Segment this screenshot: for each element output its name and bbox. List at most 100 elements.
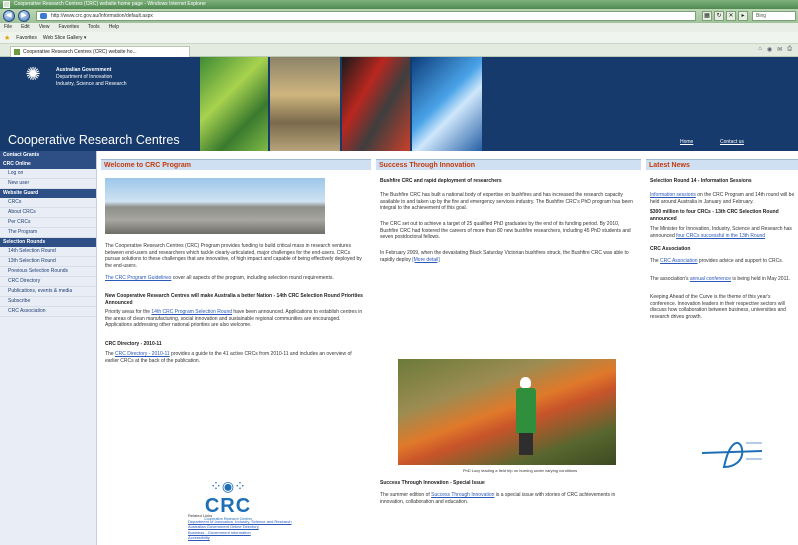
sidebar-item-previous-rounds[interactable]: Previous Selection Rounds	[0, 267, 96, 277]
page-icon	[40, 13, 47, 19]
menu-file[interactable]: File	[4, 23, 12, 32]
crc-association-link[interactable]: CRC Association	[660, 258, 698, 264]
annual-conference-link[interactable]: annual conference	[690, 276, 731, 282]
tab-crc-home[interactable]: Cooperative Research Centres (CRC) websi…	[10, 46, 190, 57]
compat-icon[interactable]: ▦	[702, 11, 712, 21]
news-4-text-start: The association's	[650, 276, 690, 282]
bushfire-p1: The Bushfire CRC has built a national bo…	[380, 192, 633, 211]
search-input[interactable]: Bing	[752, 11, 796, 21]
news-2-paragraph: The Minister for Innovation, Industry, S…	[650, 226, 796, 239]
banner-photo-plants	[200, 57, 268, 151]
helmet-shape	[520, 377, 531, 388]
address-bar[interactable]: http://www.crc.gov.au/Information/defaul…	[36, 11, 696, 21]
sidebar-item-crc-directory[interactable]: CRC Directory	[0, 277, 96, 287]
ie-app-icon	[3, 1, 10, 8]
special-issue-link[interactable]: Success Through Innovation	[431, 492, 494, 498]
bushfire-p2: The CRC set out to achieve a target of 2…	[380, 221, 631, 240]
directory-text-start: The	[105, 351, 116, 357]
sidebar-item-crcs[interactable]: CRCs	[0, 198, 96, 208]
news-3-paragraph: The CRC Association provides advice and …	[650, 258, 796, 271]
address-tools: ▦ ↻ ✕ ▸	[702, 11, 748, 21]
forward-button[interactable]: ▶	[18, 10, 30, 22]
collaboration-logo-icon	[701, 441, 763, 469]
guidelines-paragraph: The CRC Program Guidelines cover all asp…	[105, 275, 365, 282]
footer-links: Related Links Department of Innovation, …	[188, 513, 388, 541]
special-issue-text-start: The summer edition of	[380, 492, 432, 498]
menu-bar: File Edit View Favorites Tools Help	[0, 23, 798, 32]
dept-line-1: Department of Innovation	[56, 74, 113, 80]
sidebar: Contact Grants CRC Online Log on New use…	[0, 151, 97, 545]
more-detail-link[interactable]: [More detail]	[412, 257, 440, 263]
guidelines-text: cover all aspects of the program, includ…	[171, 275, 334, 281]
stop-icon[interactable]: ✕	[726, 11, 736, 21]
sidebar-item-crc-association[interactable]: CRC Association	[0, 307, 96, 317]
menu-favorites[interactable]: Favorites	[58, 23, 79, 32]
special-issue-paragraph: The summer edition of Success Through In…	[380, 492, 635, 505]
back-button[interactable]: ◀	[3, 10, 15, 22]
refresh-icon[interactable]: ↻	[714, 11, 724, 21]
gov-line: Australian Government	[56, 67, 112, 73]
web-slice-gallery-link[interactable]: Web Slice Gallery ▾	[43, 35, 87, 41]
firefighter-figure	[514, 377, 538, 455]
site-banner: ✺ Australian Government Department of In…	[0, 57, 798, 151]
mail-icon[interactable]: ✉	[777, 46, 782, 53]
information-sessions-link[interactable]: Information sessions	[650, 192, 696, 198]
sidebar-item-the-program[interactable]: The Program	[0, 228, 96, 238]
news-3-text-start: The	[650, 258, 661, 264]
sidebar-item-per-crcs[interactable]: Per CRCs	[0, 218, 96, 228]
guidelines-link[interactable]: The CRC Program Guidelines	[105, 275, 171, 281]
favorites-star-icon[interactable]: ★	[4, 34, 10, 42]
priorities-text-start: Priority areas for the	[105, 309, 152, 315]
photo-caption: PhD Lucy leading a field trip on burning…	[462, 468, 578, 473]
home-icon[interactable]: ⌂	[758, 46, 762, 53]
feeds-icon[interactable]: ◉	[767, 46, 772, 53]
four-crcs-link[interactable]: four CRCs successful in the 13th Round	[676, 233, 765, 239]
14th-round-link[interactable]: 14th CRC Program Selection Round	[151, 309, 232, 315]
news-4-paragraph: The association's annual conference is b…	[650, 276, 796, 289]
nav-contact-us[interactable]: Contact us	[720, 139, 744, 145]
sidebar-item-subscribe[interactable]: Subscribe	[0, 297, 96, 307]
sidebar-item-log-on[interactable]: Log on	[0, 169, 96, 179]
directory-link[interactable]: CRC Directory - 2010-11	[115, 351, 170, 357]
legs-shape	[519, 433, 533, 455]
search-provider-icon[interactable]: ▸	[738, 11, 748, 21]
crc-logo-rays-icon: ⁘◉⁘	[210, 478, 246, 494]
news-2-heading: $300 million to four CRCs - 13th CRC Sel…	[650, 209, 779, 222]
tab-favicon	[14, 49, 20, 55]
coat-of-arms-icon: ✺	[25, 64, 41, 84]
bushfire-photo	[398, 359, 616, 465]
menu-edit[interactable]: Edit	[21, 23, 30, 32]
sidebar-item-new-user[interactable]: New user	[0, 179, 96, 189]
salt-lake-image	[105, 178, 325, 234]
news-1-heading: Selection Round 14 - Information Session…	[650, 178, 752, 184]
sidebar-heading-website-guard[interactable]: Website Guard	[0, 189, 96, 198]
web-page: ✺ Australian Government Department of In…	[0, 57, 798, 545]
news-column: Latest News	[646, 159, 798, 170]
tab-bar: Cooperative Research Centres (CRC) websi…	[0, 44, 798, 57]
tab-title: Cooperative Research Centres (CRC) websi…	[23, 49, 137, 55]
sidebar-item-13th-round[interactable]: 13th Selection Round	[0, 257, 96, 267]
dept-line-2: Industry, Science and Research	[56, 81, 127, 87]
favorites-button[interactable]: Favorites	[16, 35, 37, 41]
footer-link-accessibility[interactable]: Accessibility	[188, 535, 388, 541]
news-3-text-end: provides advice and support to CRCs.	[697, 258, 784, 264]
welcome-heading: Welcome to CRC Program	[101, 159, 371, 170]
government-lockup: Australian Government Department of Inno…	[56, 67, 127, 88]
sidebar-heading-crc-online[interactable]: CRC Online	[0, 160, 96, 169]
sidebar-item-publications[interactable]: Publications, events & media	[0, 287, 96, 297]
menu-tools[interactable]: Tools	[88, 23, 100, 32]
sidebar-heading-selection-rounds[interactable]: Selection Rounds	[0, 238, 96, 247]
priorities-heading: New Cooperative Research Centres will ma…	[105, 293, 363, 306]
address-row: ◀ ▶ http://www.crc.gov.au/Information/de…	[0, 9, 798, 23]
window-title: Cooperative Research Centres (CRC) websi…	[14, 1, 207, 7]
menu-help[interactable]: Help	[109, 23, 119, 32]
menu-view[interactable]: View	[39, 23, 50, 32]
nav-home[interactable]: Home	[680, 139, 693, 145]
print-icon[interactable]: ⎙	[787, 46, 792, 53]
sidebar-heading-contact-grants[interactable]: Contact Grants	[0, 151, 96, 160]
banner-photo-mining	[270, 57, 340, 151]
sidebar-item-about-crcs[interactable]: About CRCs	[0, 208, 96, 218]
sidebar-item-14th-round[interactable]: 14th Selection Round	[0, 247, 96, 257]
banner-photo-industry	[342, 57, 410, 151]
news-heading: Latest News	[646, 159, 798, 170]
